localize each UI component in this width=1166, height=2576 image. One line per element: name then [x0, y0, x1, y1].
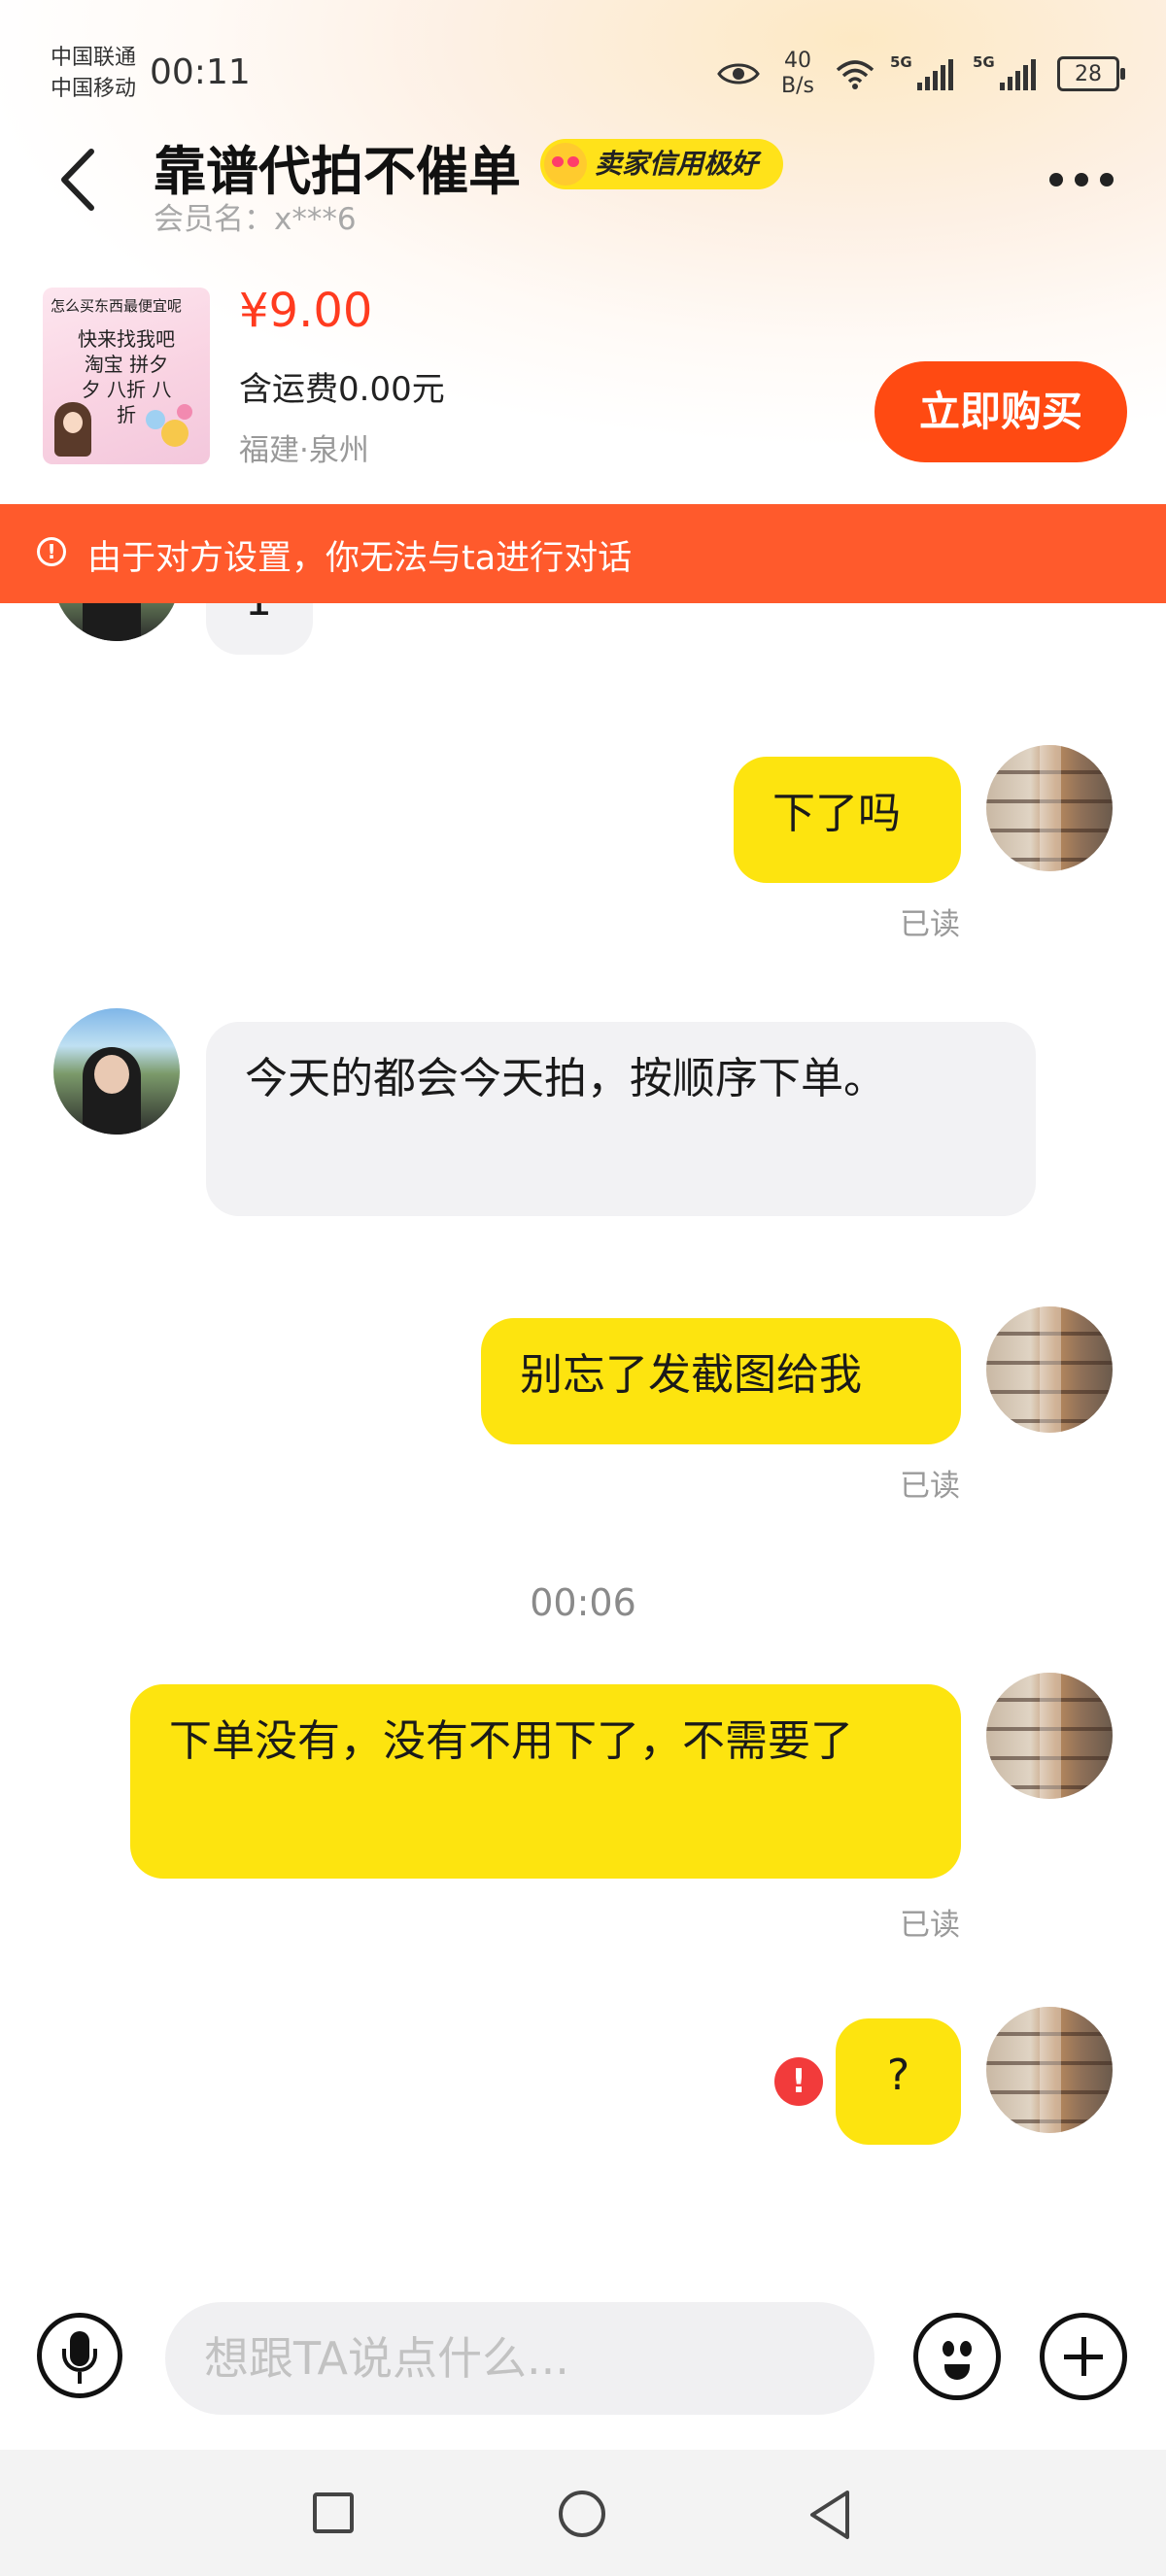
battery-level: 28 — [1075, 61, 1102, 86]
heart-eyes-emoji-icon — [544, 143, 587, 186]
nav-back-icon[interactable] — [806, 2489, 855, 2541]
status-icons: 40 B/s 5G 5G 28 — [717, 47, 1125, 101]
product-image-slogan: 快来找我吧 淘宝 拼夕夕 八折 八折 — [78, 327, 175, 426]
cannot-chat-notice: ! 由于对方设置，你无法与ta进行对话 — [0, 504, 1166, 603]
more-options-icon[interactable] — [1049, 165, 1117, 194]
system-navigation-bar — [0, 2450, 1166, 2576]
read-status: 已读 — [900, 907, 960, 942]
notice-text: 由于对方设置，你无法与ta进行对话 — [87, 539, 633, 578]
message-bubble-sent-failed[interactable]: ? — [836, 2018, 961, 2145]
my-avatar[interactable] — [986, 1306, 1113, 1433]
my-avatar[interactable] — [986, 1673, 1113, 1799]
net-speed-unit: B/s — [781, 74, 814, 98]
warning-circle-icon: ! — [37, 537, 66, 566]
product-image-caption: 怎么买东西最便宜呢 — [51, 297, 183, 315]
wifi-icon — [836, 60, 874, 89]
send-failed-icon[interactable]: ! — [774, 2057, 823, 2106]
net-speed: 40 B/s — [781, 49, 814, 99]
plus-icon[interactable] — [1040, 2313, 1127, 2400]
carrier-labels: 中国联通 中国移动 — [51, 43, 136, 105]
chat-input-bar — [0, 2279, 1166, 2450]
net-speed-value: 40 — [784, 49, 812, 73]
signal-2-icon: 5G — [973, 53, 1036, 90]
buy-now-button[interactable]: 立即购买 — [874, 361, 1127, 462]
carrier-2: 中国移动 — [51, 77, 137, 101]
message-timestamp: 00:06 — [530, 1581, 636, 1624]
message-bubble-received[interactable]: 今天的都会今天拍，按顺序下单。 — [206, 1022, 1036, 1216]
product-image[interactable]: 怎么买东西最便宜呢 快来找我吧 淘宝 拼夕夕 八折 八折 — [43, 288, 210, 464]
flower-illustration — [161, 420, 189, 447]
seller-credit-badge: 卖家信用极好 — [540, 139, 784, 189]
signal-1-label: 5G — [890, 53, 912, 71]
seller-credit-text: 卖家信用极好 — [595, 148, 759, 180]
cartoon-girl-illustration — [54, 402, 91, 457]
status-bar: 中国联通 中国移动 00:11 40 B/s 5G 5G 28 — [0, 0, 1166, 146]
read-status: 已读 — [900, 1908, 960, 1943]
product-shipping: 含运费0.00元 — [239, 370, 445, 409]
message-bubble-sent[interactable]: 下了吗 — [734, 757, 961, 883]
emoji-icon[interactable] — [913, 2313, 1001, 2400]
read-status: 已读 — [900, 1469, 960, 1504]
carrier-1: 中国联通 — [51, 46, 137, 70]
signal-1-icon: 5G — [890, 53, 953, 90]
my-avatar[interactable] — [986, 2007, 1113, 2133]
microphone-icon[interactable] — [37, 2313, 122, 2398]
eye-icon — [717, 63, 760, 85]
message-bubble-sent[interactable]: 别忘了发截图给我 — [481, 1318, 961, 1444]
member-name: 会员名：x***6 — [154, 202, 357, 237]
back-chevron-icon[interactable] — [49, 146, 107, 214]
home-icon[interactable] — [559, 2491, 605, 2537]
message-bubble-sent[interactable]: 下单没有，没有不用下了，不需要了 — [130, 1684, 961, 1879]
status-time: 00:11 — [150, 52, 251, 92]
recent-apps-icon[interactable] — [313, 2492, 354, 2533]
battery-icon: 28 — [1057, 56, 1125, 91]
signal-2-label: 5G — [973, 53, 995, 71]
product-price: ¥9.00 — [239, 284, 373, 338]
seller-avatar[interactable] — [53, 1008, 180, 1135]
my-avatar[interactable] — [986, 745, 1113, 871]
message-input[interactable] — [165, 2302, 874, 2415]
product-location: 福建·泉州 — [239, 433, 369, 468]
